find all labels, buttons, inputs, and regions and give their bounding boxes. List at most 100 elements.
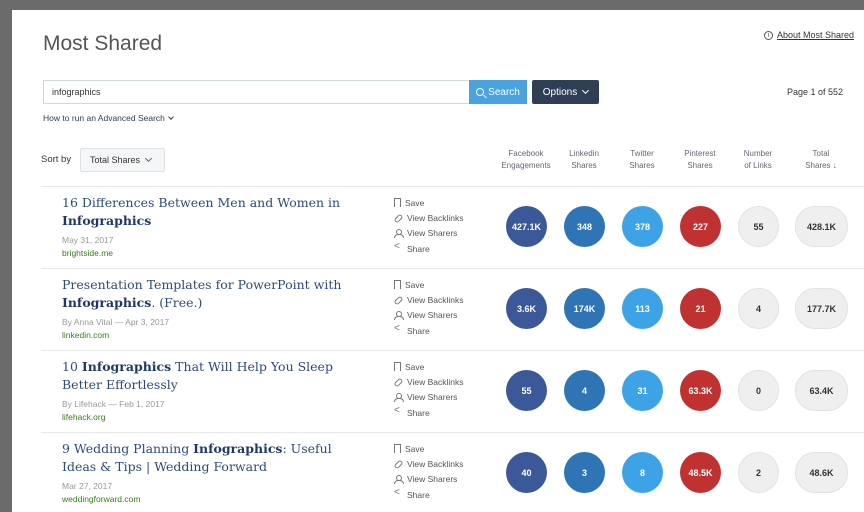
page: Most Shared i About Most Shared Search O… (12, 10, 864, 512)
linkedin-count: 3 (564, 452, 605, 493)
view-sharers-button[interactable]: View Sharers (394, 390, 464, 405)
save-button[interactable]: Save (394, 195, 464, 210)
search-icon (476, 88, 485, 96)
view-sharers-button[interactable]: View Sharers (394, 308, 464, 323)
share-icon (394, 487, 403, 499)
options-button[interactable]: Options (532, 80, 599, 104)
result-byline: By Anna Vital — Apr 3, 2017 (62, 317, 170, 327)
linkedin-count: 4 (564, 370, 605, 411)
result-actions: Save View Backlinks View Sharers Share (393, 195, 464, 256)
twitter-count: 113 (622, 288, 663, 329)
sort-selected-value: Total Shares (90, 155, 141, 165)
facebook-count: 55 (506, 370, 547, 411)
sort-by-label: Sort by (41, 154, 72, 165)
user-icon (394, 474, 404, 484)
link-icon (393, 295, 404, 306)
result-row: Presentation Templates for PowerPoint wi… (41, 268, 864, 350)
view-sharers-button[interactable]: View Sharers (394, 226, 464, 241)
share-button[interactable]: Share (394, 405, 464, 420)
about-link-container: i About Most Shared (763, 30, 854, 40)
result-row: 16 Differences Between Men and Women in … (41, 186, 864, 268)
linkedin-count: 348 (564, 206, 605, 247)
column-header-pinterest[interactable]: Pinterest Shares (668, 148, 732, 172)
links-count[interactable]: 55 (738, 206, 779, 247)
advanced-search-link[interactable]: How to run an Advanced Search (43, 113, 174, 123)
twitter-count: 378 (622, 206, 663, 247)
result-title-link[interactable]: 10 Infographics That Will Help You Sleep… (62, 358, 367, 394)
result-actions: Save View Backlinks View Sharers Share (393, 441, 464, 502)
facebook-count: 40 (506, 452, 547, 493)
total-shares: 48.6K (795, 452, 848, 493)
chevron-down-icon (168, 113, 174, 120)
links-count[interactable]: 4 (738, 288, 779, 329)
result-date: Mar 27, 2017 (62, 481, 113, 491)
save-button[interactable]: Save (394, 441, 464, 456)
share-icon (394, 323, 403, 335)
view-backlinks-button[interactable]: View Backlinks (393, 210, 464, 225)
total-shares: 177.7K (795, 288, 848, 329)
share-icon (394, 405, 403, 417)
search-button-label: Search (488, 86, 520, 98)
links-count[interactable]: 0 (738, 370, 779, 411)
bookmark-icon (394, 444, 401, 454)
save-button[interactable]: Save (394, 359, 464, 374)
twitter-count: 31 (622, 370, 663, 411)
result-row: 10 Infographics That Will Help You Sleep… (41, 350, 864, 432)
result-title-link[interactable]: Presentation Templates for PowerPoint wi… (62, 276, 367, 312)
chevron-down-icon (582, 86, 590, 95)
result-byline: By Lifehack — Feb 1, 2017 (62, 399, 165, 409)
pinterest-count: 227 (680, 206, 721, 247)
column-header-facebook[interactable]: Facebook Engagements (494, 148, 558, 172)
result-domain[interactable]: linkedin.com (62, 330, 109, 340)
links-count[interactable]: 2 (738, 452, 779, 493)
search-bar: Search (43, 80, 527, 104)
search-button[interactable]: Search (469, 80, 527, 104)
share-button[interactable]: Share (394, 323, 464, 338)
result-title-link[interactable]: 9 Wedding Planning Infographics: Useful … (62, 440, 367, 476)
result-title-link[interactable]: 16 Differences Between Men and Women in … (62, 194, 367, 230)
search-input[interactable] (43, 80, 469, 104)
link-icon (393, 213, 404, 224)
share-icon (394, 241, 403, 253)
twitter-count: 8 (622, 452, 663, 493)
bookmark-icon (394, 198, 401, 208)
share-button[interactable]: Share (394, 487, 464, 502)
result-actions: Save View Backlinks View Sharers Share (393, 277, 464, 338)
result-domain[interactable]: weddingforward.com (62, 494, 140, 504)
column-header-linkedin[interactable]: Linkedin Shares (552, 148, 616, 172)
linkedin-count: 174K (564, 288, 605, 329)
pinterest-count: 21 (680, 288, 721, 329)
facebook-count: 427.1K (506, 206, 547, 247)
pinterest-count: 63.3K (680, 370, 721, 411)
view-backlinks-button[interactable]: View Backlinks (393, 292, 464, 307)
chevron-down-icon (144, 154, 153, 163)
page-title: Most Shared (43, 32, 163, 55)
result-domain[interactable]: lifehack.org (62, 412, 105, 422)
user-icon (394, 310, 404, 320)
bookmark-icon (394, 280, 401, 290)
column-header-total[interactable]: Total Shares ↓ (789, 148, 853, 172)
bookmark-icon (394, 362, 401, 372)
share-button[interactable]: Share (394, 241, 464, 256)
info-icon: i (763, 30, 773, 40)
facebook-count: 3.6K (506, 288, 547, 329)
about-most-shared-link[interactable]: About Most Shared (777, 30, 854, 40)
view-backlinks-button[interactable]: View Backlinks (393, 374, 464, 389)
total-shares: 63.4K (795, 370, 848, 411)
link-icon (393, 377, 404, 388)
column-header-twitter[interactable]: Twitter Shares (610, 148, 674, 172)
result-actions: Save View Backlinks View Sharers Share (393, 359, 464, 420)
result-date: May 31, 2017 (62, 235, 114, 245)
save-button[interactable]: Save (394, 277, 464, 292)
total-shares: 428.1K (795, 206, 848, 247)
user-icon (394, 392, 404, 402)
view-sharers-button[interactable]: View Sharers (394, 472, 464, 487)
view-backlinks-button[interactable]: View Backlinks (393, 456, 464, 471)
user-icon (394, 228, 404, 238)
result-domain[interactable]: brightside.me (62, 248, 113, 258)
pinterest-count: 48.5K (680, 452, 721, 493)
sort-select[interactable]: Total Shares (80, 148, 165, 172)
column-header-links[interactable]: Number of Links (726, 148, 790, 172)
link-icon (393, 459, 404, 470)
result-row: 9 Wedding Planning Infographics: Useful … (41, 432, 864, 512)
